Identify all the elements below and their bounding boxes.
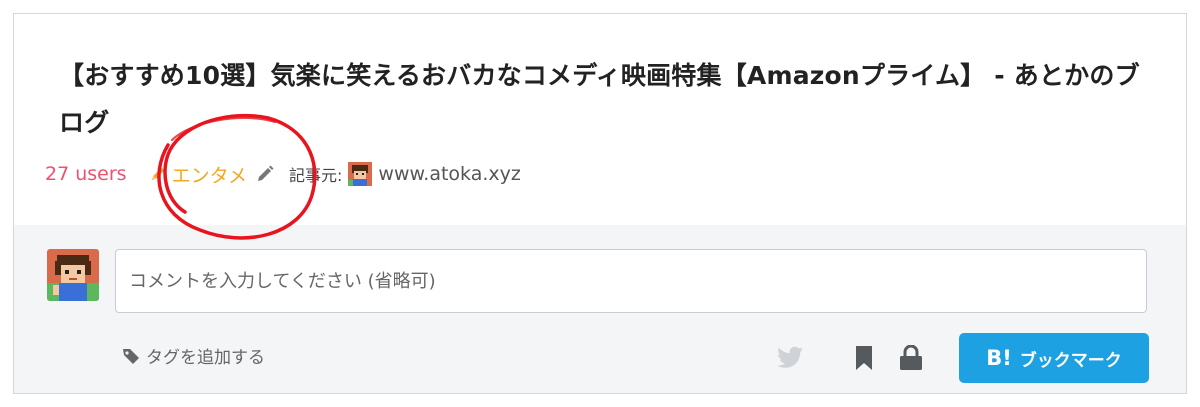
bookmark-icon <box>856 346 872 370</box>
twitter-icon <box>777 346 803 368</box>
comment-input[interactable] <box>115 249 1147 313</box>
private-toggle[interactable] <box>893 333 929 383</box>
entry-meta: 27 users エンタメ 記事元: www.atoka.xyz <box>45 160 521 188</box>
entry-header: 【おすすめ10選】気楽に笑えるおバカなコメディ映画特集【Amazonプライム】 … <box>14 14 1186 225</box>
source-label: 記事元: <box>289 166 343 185</box>
edit-icon[interactable] <box>255 164 275 184</box>
user-avatar-icon <box>47 249 99 301</box>
add-tag-label: タグを追加する <box>146 348 265 368</box>
bookmark-button-label: ブックマーク <box>1019 350 1122 371</box>
pencil-icon <box>151 167 164 181</box>
lock-icon <box>900 345 922 370</box>
read-later-toggle[interactable] <box>846 333 882 383</box>
avatar[interactable] <box>47 249 99 301</box>
bookmark-card: 【おすすめ10選】気楽に笑えるおバカなコメディ映画特集【Amazonプライム】 … <box>13 13 1187 394</box>
site-favicon-icon <box>348 162 373 186</box>
hatena-b-icon: B! <box>986 346 1012 370</box>
entry-title[interactable]: 【おすすめ10選】気楽に笑えるおバカなコメディ映画特集【Amazonプライム】 … <box>59 52 1159 146</box>
twitter-share-toggle[interactable] <box>772 333 808 383</box>
add-bookmark-button[interactable]: B! ブックマーク <box>959 333 1149 383</box>
add-tag-button[interactable]: タグを追加する <box>121 343 265 368</box>
site-domain-link[interactable]: www.atoka.xyz <box>378 163 520 185</box>
category-label: エンタメ <box>171 164 247 187</box>
users-count-link[interactable]: 27 users <box>45 163 127 185</box>
category-link[interactable]: エンタメ <box>149 161 247 188</box>
tag-icon <box>123 348 139 364</box>
comment-panel: タグを追加する B! ブックマーク <box>14 225 1186 393</box>
